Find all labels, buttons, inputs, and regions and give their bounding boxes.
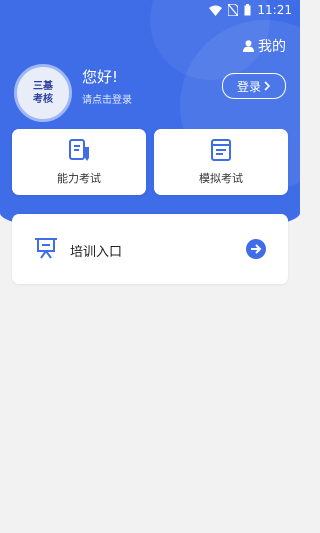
training-entry[interactable]: 培训入口 [12, 214, 288, 284]
no-sim-icon [228, 4, 239, 16]
chevron-right-icon [264, 81, 271, 91]
document-pen-icon [69, 139, 89, 161]
arrow-right-icon [251, 244, 262, 254]
app-logo-avatar: 三基 考核 [14, 64, 72, 122]
status-bar: 11:21 [0, 0, 300, 22]
training-label: 培训入口 [70, 245, 123, 260]
login-prompt[interactable]: 请点击登录 [82, 91, 132, 106]
presentation-board-icon [35, 238, 57, 259]
greeting-title: 您好! [82, 68, 119, 86]
mock-exam-card[interactable]: 模拟考试 [154, 129, 288, 195]
mine-label: 我的 [258, 39, 286, 55]
login-button[interactable]: 登录 [222, 73, 286, 99]
logo-text-line2: 考核 [33, 94, 53, 105]
status-time: 11:21 [257, 3, 292, 17]
user-icon [243, 40, 254, 52]
ability-exam-card[interactable]: 能力考试 [12, 129, 146, 195]
arrow-right-button[interactable] [246, 239, 266, 259]
ability-exam-label: 能力考试 [57, 172, 101, 185]
login-label: 登录 [236, 79, 261, 94]
mock-exam-label: 模拟考试 [199, 172, 243, 185]
document-lines-icon [211, 139, 231, 161]
battery-icon [244, 4, 251, 16]
mine-button[interactable]: 我的 [243, 36, 286, 56]
wifi-icon [209, 5, 223, 16]
logo-text-line1: 三基 [33, 81, 53, 92]
